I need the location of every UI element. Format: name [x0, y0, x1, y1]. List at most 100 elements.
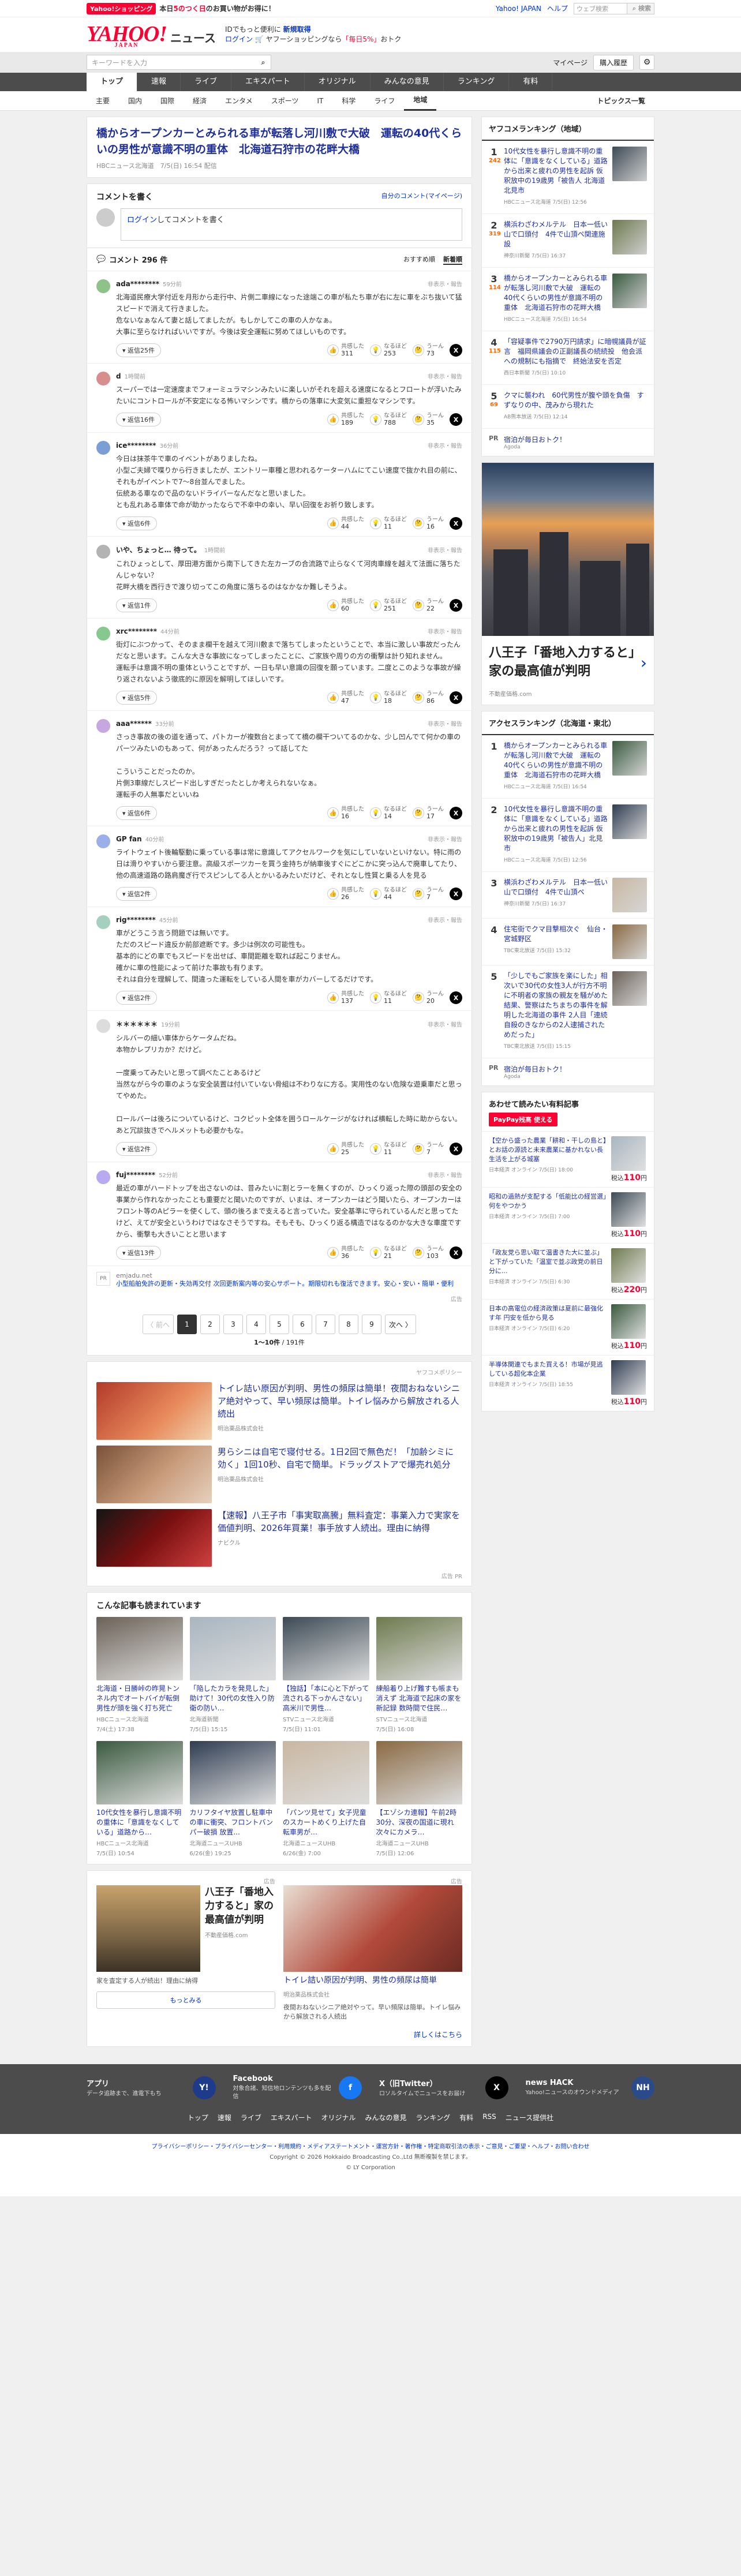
side-ad[interactable]: 八王子「番地入力すると」家の最高値が判明 › 不動産価格.com: [481, 462, 654, 705]
avatar[interactable]: [96, 279, 110, 293]
promo-text[interactable]: 本日5のつく日のお買い物がお得に！: [159, 3, 275, 13]
shopping-badge[interactable]: Yahoo!ショッピング: [87, 2, 156, 14]
footer-app-title[interactable]: アプリ: [87, 2077, 188, 2088]
category-tab-local[interactable]: 地域: [404, 91, 437, 111]
also-read-thumbnail[interactable]: [189, 1617, 276, 1680]
also-read-item[interactable]: 「パンツ見せて」女子児童のスカートめくり上げた自転車男が… 北海道ニュースUHB…: [283, 1741, 369, 1857]
topics-list-link[interactable]: トピックス一覧: [587, 91, 654, 111]
also-read-item[interactable]: 北海道・日勝峠の昨晃トンネル内でオートバイが転倒 男性が頭を強く打ち死亡 HBC…: [96, 1617, 183, 1733]
footer-app-icon[interactable]: Y!: [192, 2076, 216, 2099]
yahoo-logo[interactable]: YAHOO! JAPAN: [87, 21, 167, 48]
ranking-thumbnail[interactable]: [612, 274, 647, 308]
paid-article-title[interactable]: 日本の高電位の経済政策は夏前に最強化す年 円安を低から見る: [489, 1305, 603, 1321]
footer-link[interactable]: ライブ: [241, 2113, 261, 2122]
sort-recommended[interactable]: おすすめ順: [403, 254, 435, 265]
replies-button[interactable]: ▾ 返信13件: [116, 1246, 162, 1260]
news-section-label[interactable]: ニュース: [170, 29, 216, 46]
ranking-title[interactable]: 橋からオープンカーとみられる車が転落し河川敷で大破 運転の40代くらいの男性が意…: [504, 274, 607, 312]
x-share-icon[interactable]: X: [450, 691, 462, 704]
footer-app-icon[interactable]: NH: [631, 2076, 654, 2099]
report-link[interactable]: 非表示・報告: [428, 279, 462, 288]
access-item[interactable]: 5 「少しでもご家族を楽にした」相次いで30代の女性3人が行方不明に不明者の家族…: [482, 965, 654, 1058]
page-button[interactable]: 7: [316, 1315, 335, 1334]
search-icon[interactable]: ⌕: [256, 55, 271, 69]
ranking-item[interactable]: 3 114 橋からオープンカーとみられる車が転落し河川敷で大破 運転の40代くらい…: [482, 268, 654, 331]
chevron-right-icon[interactable]: ›: [641, 653, 647, 672]
also-read-item[interactable]: 練船着り上げ難すも帳まも消えず 北海道で起床の家を新記録 数時間で住民… STV…: [376, 1617, 463, 1733]
meh-button[interactable]: 🤔 うーん 103: [413, 1246, 444, 1260]
comment-user[interactable]: rig********: [116, 916, 156, 924]
paid-article-item[interactable]: 「政友党ら思い取て温書きた大に並ぶ」と下がっていた「温室で並ぶ政党の前日分に..…: [482, 1243, 654, 1299]
page-button[interactable]: 6: [293, 1315, 312, 1334]
replies-button[interactable]: ▾ 返信2件: [116, 1142, 158, 1156]
meh-button[interactable]: 🤔 うーん 73: [413, 343, 444, 357]
replies-button[interactable]: ▾ 返信16件: [116, 413, 162, 426]
footer-link[interactable]: みんなの意見: [365, 2113, 407, 2122]
category-tab[interactable]: 国際: [151, 91, 184, 111]
comment-user[interactable]: xrc********: [116, 627, 157, 635]
footer-link[interactable]: トップ: [188, 2113, 208, 2122]
report-link[interactable]: 非表示・報告: [428, 545, 462, 554]
also-read-thumbnail[interactable]: [376, 1617, 462, 1680]
access-item[interactable]: 3 横浜わざわメルテル 日本一低い山で口頭付 4件で山頂ペ 神奈川新聞 7/5(日…: [482, 872, 654, 919]
ad-title[interactable]: トイレ詰い原因が判明、男性の頻尿は簡単: [283, 1975, 462, 1986]
prev-page-button[interactable]: 〈 前へ: [143, 1315, 174, 1334]
access-item[interactable]: 1 橋からオープンカーとみられる車が転落し河川敷で大破 運転の40代くらいの男性…: [482, 735, 654, 799]
x-share-icon[interactable]: X: [450, 807, 462, 819]
replies-button[interactable]: ▾ 返信6件: [116, 806, 158, 820]
sponsored-item[interactable]: 【速報】八王子市「事実取高騰」無料査定：事業入力で実家を価値判明、2026年買業…: [96, 1509, 462, 1567]
replies-button[interactable]: ▾ 返信1件: [116, 598, 158, 612]
sponsored-title[interactable]: 男らシニは自宅で寝付せる。1日2回で無色だ！「加齢シミに効く」1回10秒、自宅で…: [218, 1446, 462, 1471]
like-button[interactable]: 👍 共感した 44: [327, 516, 364, 530]
web-search-button[interactable]: ⌕ 検索: [626, 3, 654, 14]
replies-button[interactable]: ▾ 返信2件: [116, 991, 158, 1005]
ranking-pr[interactable]: PR 宿泊が毎日おトク！ Agoda: [482, 429, 654, 456]
gear-icon[interactable]: ⚙: [639, 55, 654, 70]
sponsored-item[interactable]: 男らシニは自宅で寝付せる。1日2回で無色だ！「加齢シミに効く」1回10秒、自宅で…: [96, 1446, 462, 1503]
page-button[interactable]: 4: [246, 1315, 266, 1334]
avatar[interactable]: [96, 627, 110, 641]
report-link[interactable]: 非表示・報告: [428, 1020, 462, 1028]
paid-article-item[interactable]: 昭和の過熱が支配する「低能比の経営選」何をやつかう 日本経済 オンライン 7/5(…: [482, 1187, 654, 1243]
ranking-title[interactable]: 「容疑事件で2790万円請求」に暗幌議員が証言 福岡県議会の正副議長の続続投 他…: [504, 338, 646, 365]
report-link[interactable]: 非表示・報告: [428, 719, 462, 728]
sponsored-thumbnail[interactable]: [96, 1446, 212, 1503]
access-title[interactable]: 住宅街でクマ目撃相次ぐ 仙台・宮城野区: [504, 925, 608, 943]
category-tab[interactable]: ライフ: [365, 91, 404, 111]
avatar[interactable]: [96, 1019, 110, 1033]
mypage-link[interactable]: マイページ: [553, 58, 587, 68]
report-link[interactable]: 非表示・報告: [428, 441, 462, 450]
ad-thumbnail[interactable]: [96, 1885, 200, 1972]
also-read-item[interactable]: カリフタイヤ放置し駐車中の車に衝突、フロントバンパー破損 放置... 北海道ニュ…: [189, 1741, 276, 1857]
page-button[interactable]: 1: [177, 1315, 197, 1334]
footer-link[interactable]: エキスパート: [271, 2113, 312, 2122]
report-link[interactable]: 非表示・報告: [428, 627, 462, 635]
legal-links[interactable]: プライバシーポリシー・プライバシーセンター・利用規約・メディアステートメント・運…: [87, 2142, 654, 2152]
agree-button[interactable]: 💡 なるほど 253: [370, 343, 407, 357]
paid-article-title[interactable]: 「政友党ら思い取て温書きた大に並ぶ」と下がっていた「温室で並ぶ政党の前日分に..…: [489, 1249, 603, 1275]
article-title[interactable]: 橋からオープンカーとみられる車が転落し河川敷で大破 運転の40代くらいの男性が意…: [96, 125, 462, 158]
more-link[interactable]: 詳しくはこちら: [87, 2030, 471, 2046]
access-pr[interactable]: PR 宿泊が毎日おトク！ Agoda: [482, 1058, 654, 1085]
access-title[interactable]: 横浜わざわメルテル 日本一低い山で口頭付 4件で山頂ペ: [504, 878, 608, 896]
agree-button[interactable]: 💡 なるほど 251: [370, 598, 407, 612]
also-read-title[interactable]: カリフタイヤ放置し駐車中の車に衝突、フロントバンパー破損 放置...: [190, 1808, 276, 1837]
comment-user[interactable]: aaa******: [116, 720, 152, 728]
paid-article-thumbnail[interactable]: [611, 1304, 646, 1339]
report-link[interactable]: 非表示・報告: [428, 915, 462, 924]
paid-article-title[interactable]: 半導体関連でもまた買える！市場が見逃している超化本企業: [489, 1361, 603, 1377]
ranking-item[interactable]: 5 69 クマに襲われ 60代男性が腹や頭を負傷 すずなりの中、茂みから現れた AB…: [482, 385, 654, 429]
like-button[interactable]: 👍 共感した 16: [327, 806, 364, 820]
x-share-icon[interactable]: X: [450, 991, 462, 1004]
avatar[interactable]: [96, 915, 110, 929]
meh-button[interactable]: 🤔 うーん 7: [413, 1142, 444, 1156]
more-button[interactable]: もっとみる: [96, 1991, 275, 2009]
category-tab[interactable]: 経済: [184, 91, 216, 111]
agree-button[interactable]: 💡 なるほど 44: [370, 887, 407, 901]
also-read-title[interactable]: 練船着り上げ難すも帳まも消えず 北海道で起床の家を新記録 数時間で住民…: [376, 1684, 463, 1713]
ranking-item[interactable]: 2 319 横浜わざわメルテル 日本一低い山で口頭付 4件で山頂ペ関連施設 神奈川新…: [482, 214, 654, 268]
also-read-thumbnail[interactable]: [189, 1741, 276, 1804]
access-thumbnail[interactable]: [612, 971, 647, 1006]
page-button[interactable]: 3: [223, 1315, 243, 1334]
agree-button[interactable]: 💡 なるほど 11: [370, 516, 407, 530]
